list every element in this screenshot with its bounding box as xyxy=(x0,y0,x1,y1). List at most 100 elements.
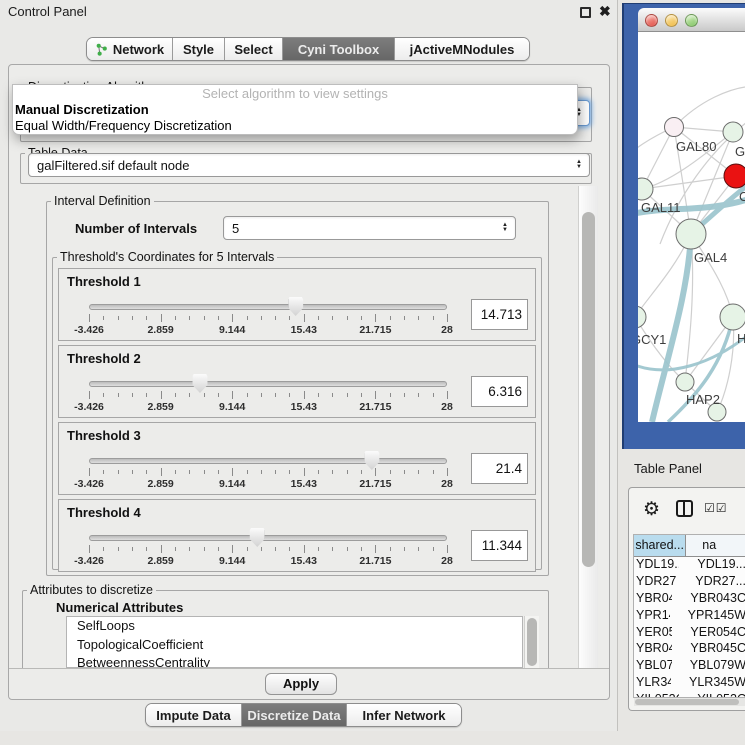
apply-button[interactable]: Apply xyxy=(265,673,337,695)
slider-ticks xyxy=(89,545,447,555)
tab-label: Cyni Toolbox xyxy=(298,42,379,57)
close-traffic-light-icon[interactable] xyxy=(645,14,658,27)
threshold-slider[interactable]: -3.4262.8599.14415.4321.71528 xyxy=(89,423,447,496)
threshold-value-field[interactable]: 21.4 xyxy=(471,453,528,484)
algorithm-option-manual[interactable]: Manual Discretization xyxy=(13,102,577,118)
settings-scrollbar[interactable] xyxy=(578,186,598,668)
node-gal4[interactable] xyxy=(676,219,706,249)
cell-shared-name[interactable]: YBR043C xyxy=(634,591,672,608)
network-view-window: GAL80GCGAL11GAL4GCY1HHAP2 xyxy=(622,3,745,449)
combo-arrows-icon: ▲▼ xyxy=(576,160,582,170)
zoom-traffic-light-icon[interactable] xyxy=(685,14,698,27)
node-hap2[interactable] xyxy=(676,373,694,391)
split-columns-icon[interactable] xyxy=(676,500,693,517)
cell-shared-name[interactable]: YLR345W xyxy=(634,675,671,692)
tab-cyni-toolbox[interactable]: Cyni Toolbox xyxy=(283,38,395,60)
cell-shared-name[interactable]: YBL079W xyxy=(634,658,672,675)
float-window-icon[interactable] xyxy=(580,7,591,18)
column-header-name[interactable]: na xyxy=(686,535,745,556)
algorithm-dropdown-popup: Select algorithm to view settings Manual… xyxy=(12,84,578,135)
tab-jactivemnodules[interactable]: jActiveMNodules xyxy=(395,38,529,60)
combo-arrows-icon: ▲▼ xyxy=(502,223,508,233)
cell-shared-name[interactable]: YER054C xyxy=(634,625,672,642)
cell-shared-name[interactable]: YPR145W xyxy=(634,608,670,625)
column-header-shared-name[interactable]: shared... xyxy=(634,535,686,556)
thresholds-group-title: Threshold's Coordinates for 5 Intervals xyxy=(57,250,277,264)
threshold-box-4: Threshold 4-3.4262.8599.14415.4321.71528… xyxy=(58,499,536,572)
gear-icon[interactable]: ⚙ xyxy=(643,498,660,521)
attribute-item[interactable]: SelfLoops xyxy=(67,617,522,636)
slider-track[interactable] xyxy=(89,535,447,541)
node-g-cut[interactable] xyxy=(723,122,743,142)
table-row[interactable]: YPR145WYPR145W xyxy=(634,608,745,625)
attribute-item[interactable]: TopologicalCoefficient xyxy=(67,636,522,655)
table-row[interactable]: YDL19...YDL19... xyxy=(634,557,745,574)
cell-shared-name[interactable]: YDR27... xyxy=(634,574,677,591)
settings-scroll-area: Interval Definition Number of Intervals … xyxy=(0,188,576,668)
cell-name[interactable]: YBR043C xyxy=(672,591,745,608)
table-data-select[interactable]: galFiltered.sif default node ▲▼ xyxy=(28,153,590,177)
table-row[interactable]: YDR27...YDR27... xyxy=(634,574,745,591)
node-red[interactable] xyxy=(724,164,745,188)
node-gal80[interactable] xyxy=(665,118,684,137)
panel-title: Control Panel xyxy=(8,4,87,19)
tab-discretize-data[interactable]: Discretize Data xyxy=(242,704,347,726)
threshold-slider[interactable]: -3.4262.8599.14415.4321.71528 xyxy=(89,269,447,342)
threshold-slider[interactable]: -3.4262.8599.14415.4321.71528 xyxy=(89,346,447,419)
tab-select[interactable]: Select xyxy=(225,38,283,60)
cell-name[interactable]: YER054C xyxy=(672,625,745,642)
minimize-traffic-light-icon[interactable] xyxy=(665,14,678,27)
slider-ticks xyxy=(89,468,447,478)
slider-track[interactable] xyxy=(89,304,447,310)
slider-track[interactable] xyxy=(89,458,447,464)
numerical-attributes-list[interactable]: SelfLoopsTopologicalCoefficientBetweenne… xyxy=(66,616,523,668)
node-h-cut[interactable] xyxy=(720,304,745,330)
cell-name[interactable]: YPR145W xyxy=(670,608,745,625)
attributes-list-scrollbar[interactable] xyxy=(524,616,539,668)
tab-label: Discretize Data xyxy=(247,708,340,723)
node-label-gcy1: GCY1 xyxy=(638,332,666,347)
node-table: shared... na YDL19...YDL19...YDR27...YDR… xyxy=(633,534,745,698)
node-label-gal4: GAL4 xyxy=(694,250,727,265)
cell-name[interactable]: YLR345W xyxy=(671,675,745,692)
slider-track[interactable] xyxy=(89,381,447,387)
threshold-value-field[interactable]: 14.713 xyxy=(471,299,528,330)
network-window-titlebar[interactable] xyxy=(638,8,745,32)
checkbox-icons[interactable]: ☑☑ xyxy=(704,501,728,515)
algorithm-option-equal-width[interactable]: Equal Width/Frequency Discretization xyxy=(13,118,577,134)
threshold-slider[interactable]: -3.4262.8599.14415.4321.71528 xyxy=(89,500,447,573)
cell-name[interactable]: YDL19... xyxy=(679,557,745,574)
tab-impute-data[interactable]: Impute Data xyxy=(146,704,242,726)
cell-name[interactable]: YBR045C xyxy=(672,641,745,658)
table-row[interactable]: YBR043CYBR043C xyxy=(634,591,745,608)
slider-ticks xyxy=(89,314,447,324)
bottom-tab-bar: Impute Data Discretize Data Infer Network xyxy=(145,703,462,727)
cell-shared-name[interactable]: YDL19... xyxy=(634,557,679,574)
network-canvas[interactable]: GAL80GCGAL11GAL4GCY1HHAP2 xyxy=(638,32,745,422)
table-row[interactable]: YBL079WYBL079W xyxy=(634,658,745,675)
tab-infer-network[interactable]: Infer Network xyxy=(347,704,461,726)
node-gcy1[interactable] xyxy=(638,306,646,328)
threshold-value-field[interactable]: 6.316 xyxy=(471,376,528,407)
number-of-intervals-select[interactable]: 5 ▲▼ xyxy=(223,216,516,240)
tab-network[interactable]: Network xyxy=(87,38,173,60)
node-label-hap2: HAP2 xyxy=(686,392,720,407)
threshold-box-2: Threshold 2-3.4262.8599.14415.4321.71528… xyxy=(58,345,536,418)
node-label-g-cut: G xyxy=(735,144,745,159)
table-row[interactable]: YBR045CYBR045C xyxy=(634,641,745,658)
close-icon[interactable]: ✖ xyxy=(599,3,611,20)
attribute-item[interactable]: BetweennessCentrality xyxy=(67,654,522,668)
table-rows: YDL19...YDL19...YDR27...YDR27...YBR043CY… xyxy=(634,557,745,698)
table-row[interactable]: YER054CYER054C xyxy=(634,625,745,642)
threshold-value-field[interactable]: 11.344 xyxy=(471,530,528,561)
threshold-box-3: Threshold 3-3.4262.8599.14415.4321.71528… xyxy=(58,422,536,495)
table-hscrollbar[interactable] xyxy=(634,698,745,706)
tab-style[interactable]: Style xyxy=(173,38,225,60)
cell-name[interactable]: YDR27... xyxy=(677,574,745,591)
cell-shared-name[interactable]: YBR045C xyxy=(634,641,672,658)
network-icon xyxy=(95,43,108,56)
slider-tick-labels: -3.4262.8599.14415.4321.71528 xyxy=(89,324,447,336)
table-row[interactable]: YLR345WYLR345W xyxy=(634,675,745,692)
cell-name[interactable]: YBL079W xyxy=(672,658,745,675)
slider-tick-labels: -3.4262.8599.14415.4321.71528 xyxy=(89,478,447,490)
